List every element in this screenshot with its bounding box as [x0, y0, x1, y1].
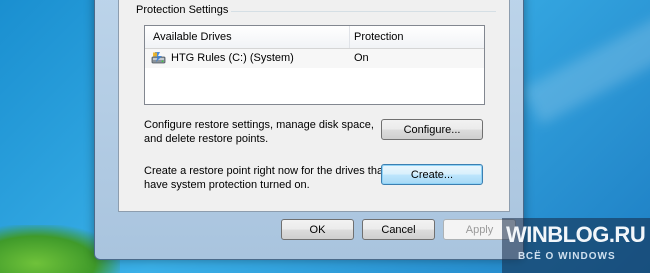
create-button[interactable]: Create... — [381, 164, 483, 185]
create-description-line2: have system protection turned on. — [144, 179, 310, 191]
available-drives-list[interactable]: Available Drives Protection HTG Rules (C… — [144, 25, 485, 105]
column-header-available-drives[interactable]: Available Drives — [153, 31, 232, 43]
drive-name: HTG Rules (C:) (System) — [171, 52, 294, 64]
protection-settings-group-title: Protection Settings — [133, 4, 232, 16]
configure-button[interactable]: Configure... — [381, 119, 483, 140]
watermark-subtitle: ВСЁ О WINDOWS — [518, 251, 616, 262]
drive-row[interactable]: HTG Rules (C:) (System) On — [145, 49, 484, 68]
configure-description: Configure restore settings, manage disk … — [144, 118, 374, 146]
ok-button[interactable]: OK — [281, 219, 354, 240]
configure-description-line2: and delete restore points. — [144, 133, 269, 145]
column-header-protection[interactable]: Protection — [354, 31, 404, 43]
column-divider[interactable] — [349, 26, 350, 48]
list-header: Available Drives Protection — [145, 26, 484, 49]
hard-drive-icon — [151, 51, 166, 65]
create-description-line1: Create a restore point right now for the… — [144, 165, 387, 177]
watermark-title: WINBLOG.RU — [506, 222, 646, 247]
desktop-wallpaper-streak — [522, 0, 650, 125]
configure-description-line1: Configure restore settings, manage disk … — [144, 119, 374, 131]
group-separator-line — [230, 11, 496, 12]
create-description: Create a restore point right now for the… — [144, 164, 386, 192]
drive-protection-status: On — [354, 52, 369, 64]
cancel-button[interactable]: Cancel — [362, 219, 435, 240]
